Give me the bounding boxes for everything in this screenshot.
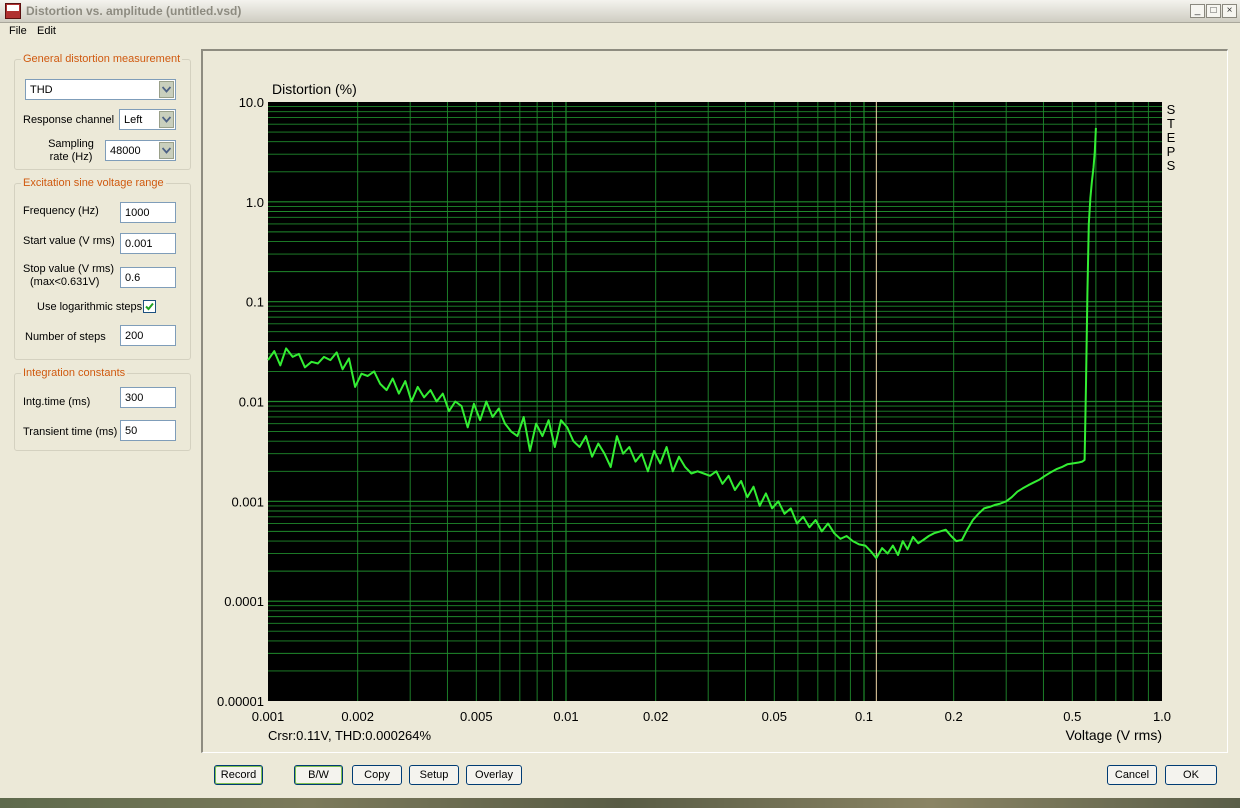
y-axis-label: Distortion (%) <box>272 81 357 97</box>
x-tick-label: 0.05 <box>762 709 787 724</box>
copy-button[interactable]: Copy <box>352 765 402 785</box>
x-tick-label: 0.001 <box>252 709 285 724</box>
y-tick-label: 0.00001 <box>217 694 264 709</box>
y-tick-label: 0.0001 <box>224 594 264 609</box>
steps-label-letter: S <box>1167 102 1176 117</box>
app-window: Distortion vs. amplitude (untitled.vsd) … <box>0 0 1240 808</box>
distortion-chart[interactable]: 0.001 0.002 0.005 0.01 0.02 0.05 0.1 0.2 0.5 1.0 1… <box>0 0 1240 808</box>
x-tick-label: 1.0 <box>1153 709 1171 724</box>
desktop-background-strip <box>0 798 1240 808</box>
y-tick-label: 1.0 <box>246 195 264 210</box>
y-tick-label: 10.0 <box>239 95 264 110</box>
x-tick-label: 0.01 <box>553 709 578 724</box>
steps-label-letter: E <box>1167 130 1176 145</box>
x-tick-label: 0.02 <box>643 709 668 724</box>
y-tick-label: 0.1 <box>246 295 264 310</box>
steps-label-letter: S <box>1167 158 1176 173</box>
y-tick-label: 0.01 <box>239 395 264 410</box>
cursor-readout: Crsr:0.11V, THD:0.000264% <box>268 728 432 743</box>
bw-button[interactable]: B/W <box>294 765 343 785</box>
x-tick-label: 0.002 <box>341 709 374 724</box>
y-tick-label: 0.001 <box>231 494 264 509</box>
setup-button[interactable]: Setup <box>409 765 459 785</box>
steps-label-letter: P <box>1167 144 1176 159</box>
x-axis-label: Voltage (V rms) <box>1066 727 1162 743</box>
x-tick-label: 0.1 <box>855 709 873 724</box>
overlay-button[interactable]: Overlay <box>466 765 522 785</box>
steps-label-letter: T <box>1167 116 1175 131</box>
ok-button[interactable]: OK <box>1165 765 1217 785</box>
x-tick-label: 0.2 <box>945 709 963 724</box>
x-tick-label: 0.005 <box>460 709 493 724</box>
cancel-button[interactable]: Cancel <box>1107 765 1157 785</box>
record-button[interactable]: Record <box>214 765 263 785</box>
x-tick-label: 0.5 <box>1063 709 1081 724</box>
